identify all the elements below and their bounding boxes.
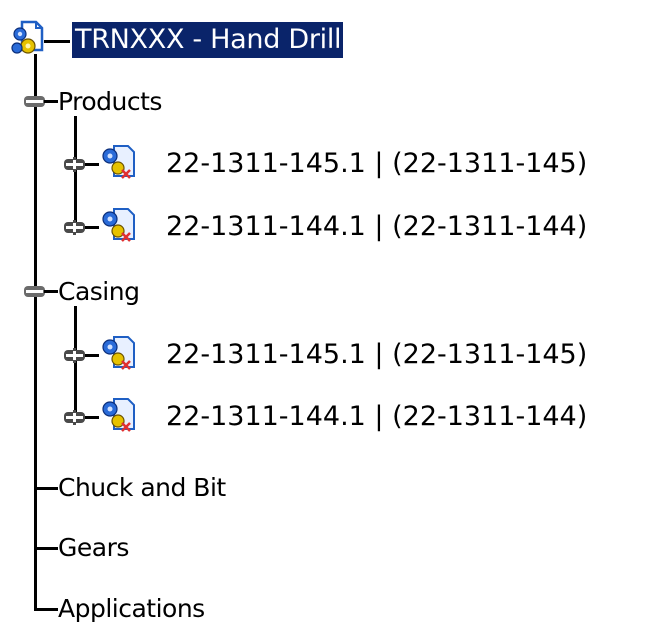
gears-connector — [34, 547, 58, 550]
products-connector — [44, 100, 58, 103]
tree-root-label[interactable]: TRNXXX - Hand Drill — [70, 21, 345, 59]
child-connector — [85, 416, 99, 419]
child-connector — [85, 226, 99, 229]
collapse-node-icon[interactable] — [24, 284, 45, 299]
tree-trunk-line — [34, 54, 37, 610]
tree-node-part[interactable]: 22-1311-145.1 | (22-1311-145) — [166, 339, 587, 371]
applications-connector — [34, 608, 58, 611]
tree-node-chuck-and-bit[interactable]: Chuck and Bit — [58, 472, 226, 504]
specification-tree: TRNXXX - Hand Drill Products 22-1311-145… — [0, 0, 649, 630]
tree-node-casing[interactable]: Casing — [58, 276, 140, 308]
tree-node-part[interactable]: 22-1311-145.1 | (22-1311-145) — [166, 148, 587, 180]
part-instance-icon[interactable] — [98, 335, 136, 373]
child-connector — [85, 163, 99, 166]
collapse-node-icon[interactable] — [24, 94, 45, 109]
part-instance-icon[interactable] — [98, 207, 136, 245]
part-instance-icon[interactable] — [98, 144, 136, 182]
casing-connector — [44, 290, 58, 293]
tree-node-gears[interactable]: Gears — [58, 532, 129, 564]
expand-node-icon[interactable] — [64, 410, 85, 425]
product-document-icon[interactable] — [8, 20, 44, 58]
child-connector — [85, 354, 99, 357]
root-connector — [44, 40, 70, 43]
tree-node-applications[interactable]: Applications — [58, 593, 205, 625]
tree-node-part[interactable]: 22-1311-144.1 | (22-1311-144) — [166, 211, 587, 243]
chuck-connector — [34, 487, 58, 490]
part-instance-icon[interactable] — [98, 397, 136, 435]
expand-node-icon[interactable] — [64, 348, 85, 363]
expand-node-icon[interactable] — [64, 220, 85, 235]
tree-node-part[interactable]: 22-1311-144.1 | (22-1311-144) — [166, 401, 587, 433]
expand-node-icon[interactable] — [64, 157, 85, 172]
tree-node-products[interactable]: Products — [58, 86, 162, 118]
